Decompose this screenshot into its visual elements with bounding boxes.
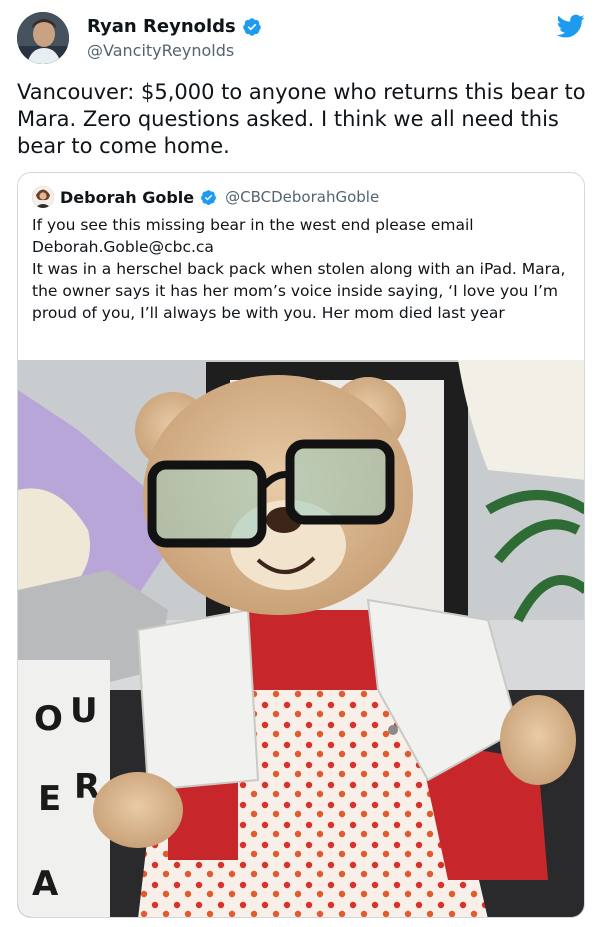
lightbox-letter-e: E <box>38 779 61 819</box>
quoted-author-avatar[interactable] <box>32 186 54 208</box>
bear-photo[interactable]: O U E R A <box>18 360 584 917</box>
author-handle[interactable]: @VancityReynolds <box>87 41 234 60</box>
quoted-tweet-text: If you see this missing bear in the west… <box>32 216 566 322</box>
lightbox-letter-u: U <box>70 691 98 731</box>
tweet-header: Ryan Reynolds @VancityReynolds <box>17 12 587 68</box>
author-avatar[interactable] <box>17 12 69 64</box>
verified-badge-icon <box>243 17 261 36</box>
author-name[interactable]: Ryan Reynolds <box>87 16 236 37</box>
lightbox-letter-o: O <box>34 699 63 739</box>
tweet-text: Vancouver: $5,000 to anyone who returns … <box>17 80 586 158</box>
twitter-bird-icon[interactable] <box>557 12 585 40</box>
verified-badge-icon <box>201 189 217 205</box>
quoted-author-name[interactable]: Deborah Goble <box>60 188 194 207</box>
lightbox-letter-a: A <box>32 864 59 904</box>
quoted-tweet-card[interactable]: Deborah Goble @CBCDeborahGoble If you se… <box>17 172 585 918</box>
quoted-author-handle[interactable]: @CBCDeborahGoble <box>225 188 379 206</box>
